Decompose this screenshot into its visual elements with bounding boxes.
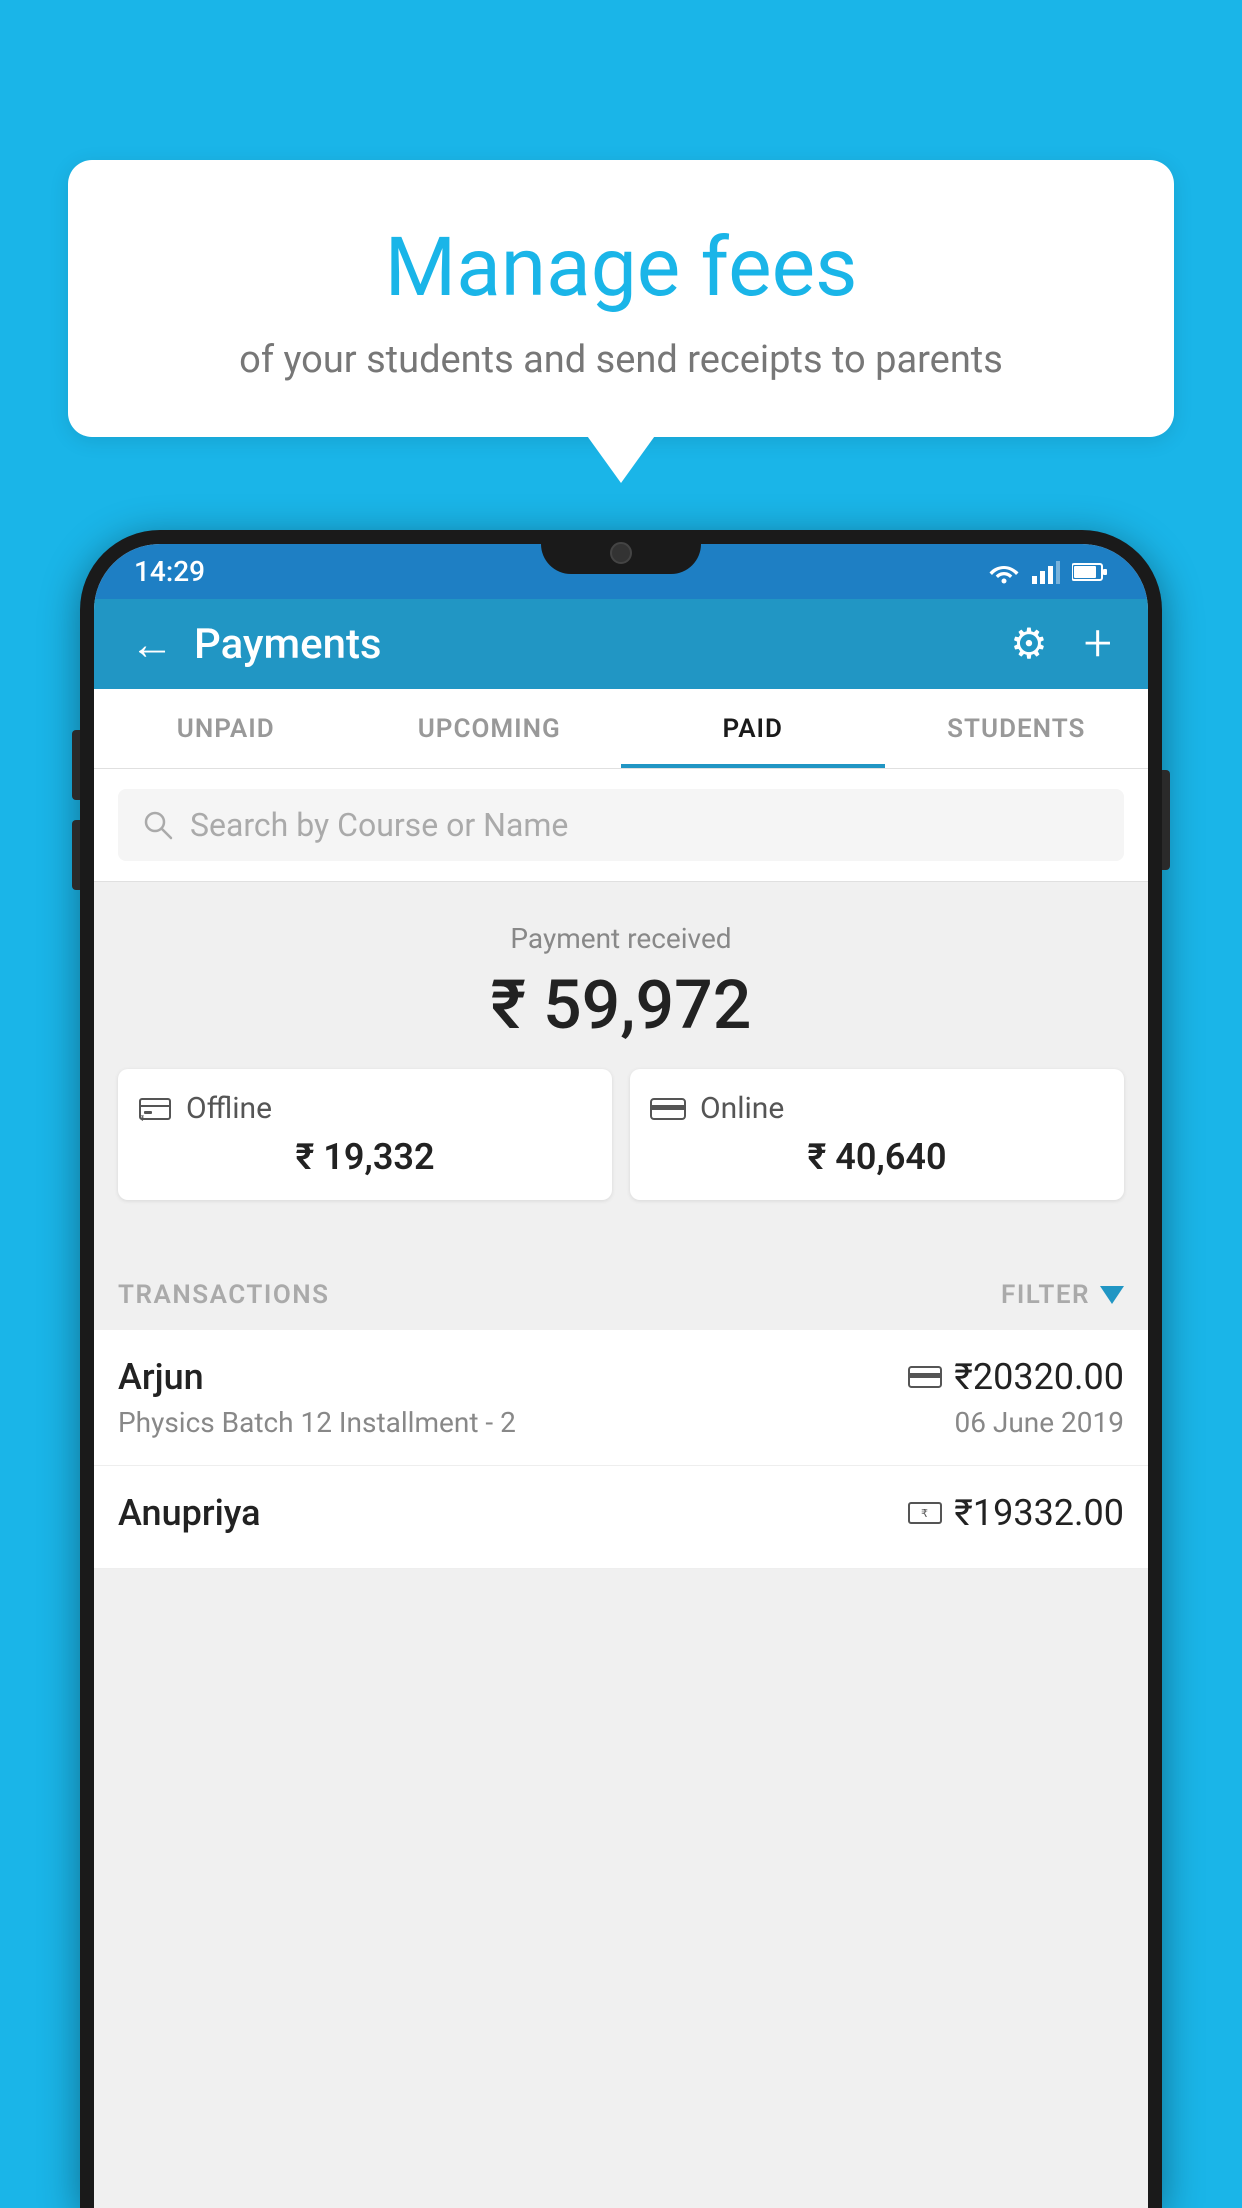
transaction-date: 06 June 2019 [954, 1406, 1124, 1439]
bubble-title: Manage fees [118, 220, 1124, 316]
phone-frame: 14:29 [80, 530, 1162, 2208]
transaction-top-row: Arjun ₹20320.00 [118, 1356, 1124, 1398]
svg-text:₹: ₹ [140, 1114, 144, 1123]
tab-upcoming[interactable]: UPCOMING [358, 689, 622, 768]
online-icon [650, 1095, 686, 1123]
online-card-header: Online [650, 1091, 1104, 1126]
offline-icon: ₹ [138, 1095, 172, 1123]
transaction-name: Arjun [118, 1356, 204, 1398]
battery-icon [1072, 562, 1108, 582]
bubble-subtitle: of your students and send receipts to pa… [118, 338, 1124, 382]
transaction-amount: ₹19332.00 [954, 1492, 1124, 1534]
svg-text:₹: ₹ [921, 1508, 928, 1520]
phone-notch [541, 530, 701, 574]
online-label: Online [700, 1091, 784, 1126]
tab-unpaid[interactable]: UNPAID [94, 689, 358, 768]
transactions-header: TRANSACTIONS FILTER [94, 1260, 1148, 1330]
search-container: Search by Course or Name [94, 769, 1148, 882]
filter-icon [1100, 1286, 1124, 1304]
card-payment-icon [908, 1364, 942, 1390]
front-camera [610, 542, 632, 564]
tabs-bar: UNPAID UPCOMING PAID STUDENTS [94, 689, 1148, 769]
search-box[interactable]: Search by Course or Name [118, 789, 1124, 861]
search-icon [142, 809, 174, 841]
status-icons [988, 560, 1108, 584]
volume-down-button [72, 820, 80, 890]
offline-payment-card: ₹ Offline ₹ 19,332 [118, 1069, 612, 1200]
offline-amount: ₹ 19,332 [138, 1136, 592, 1178]
payment-received-label: Payment received [94, 922, 1148, 955]
search-placeholder: Search by Course or Name [190, 806, 568, 844]
tab-students[interactable]: STUDENTS [885, 689, 1149, 768]
transactions-label: TRANSACTIONS [118, 1280, 330, 1310]
filter-button[interactable]: FILTER [1001, 1280, 1124, 1310]
signal-icon [1032, 560, 1060, 584]
status-time: 14:29 [134, 555, 205, 588]
transaction-name: Anupriya [118, 1492, 261, 1534]
online-amount: ₹ 40,640 [650, 1136, 1104, 1178]
add-button[interactable]: + [1084, 615, 1112, 673]
transaction-row[interactable]: Anupriya ₹ ₹19332.00 [94, 1466, 1148, 1569]
settings-button[interactable]: ⚙ [1010, 619, 1048, 669]
app-header: ← Payments ⚙ + [94, 599, 1148, 689]
payment-cards: ₹ Offline ₹ 19,332 Online [94, 1069, 1148, 1230]
wifi-icon [988, 560, 1020, 584]
offline-label: Offline [186, 1091, 272, 1126]
payment-summary: Payment received ₹ 59,972 ₹ Offline [94, 882, 1148, 1260]
filter-label: FILTER [1001, 1280, 1090, 1310]
transaction-amount-row: ₹ ₹19332.00 [908, 1492, 1124, 1534]
transaction-top-row: Anupriya ₹ ₹19332.00 [118, 1492, 1124, 1534]
transaction-amount: ₹20320.00 [954, 1356, 1124, 1398]
transaction-bottom-row: Physics Batch 12 Installment - 2 06 June… [118, 1406, 1124, 1439]
cash-payment-icon: ₹ [908, 1499, 942, 1527]
power-button [1162, 770, 1170, 870]
transaction-row[interactable]: Arjun ₹20320.00 Physics Batch 12 Install… [94, 1330, 1148, 1466]
offline-card-header: ₹ Offline [138, 1091, 592, 1126]
phone-screen: 14:29 [94, 544, 1148, 2208]
payment-total-amount: ₹ 59,972 [94, 965, 1148, 1045]
back-button[interactable]: ← [130, 622, 174, 666]
tab-paid[interactable]: PAID [621, 689, 885, 768]
online-payment-card: Online ₹ 40,640 [630, 1069, 1124, 1200]
header-title: Payments [194, 620, 990, 669]
volume-up-button [72, 730, 80, 800]
transaction-details: Physics Batch 12 Installment - 2 [118, 1406, 516, 1439]
speech-bubble: Manage fees of your students and send re… [68, 160, 1174, 437]
transaction-amount-row: ₹20320.00 [908, 1356, 1124, 1398]
